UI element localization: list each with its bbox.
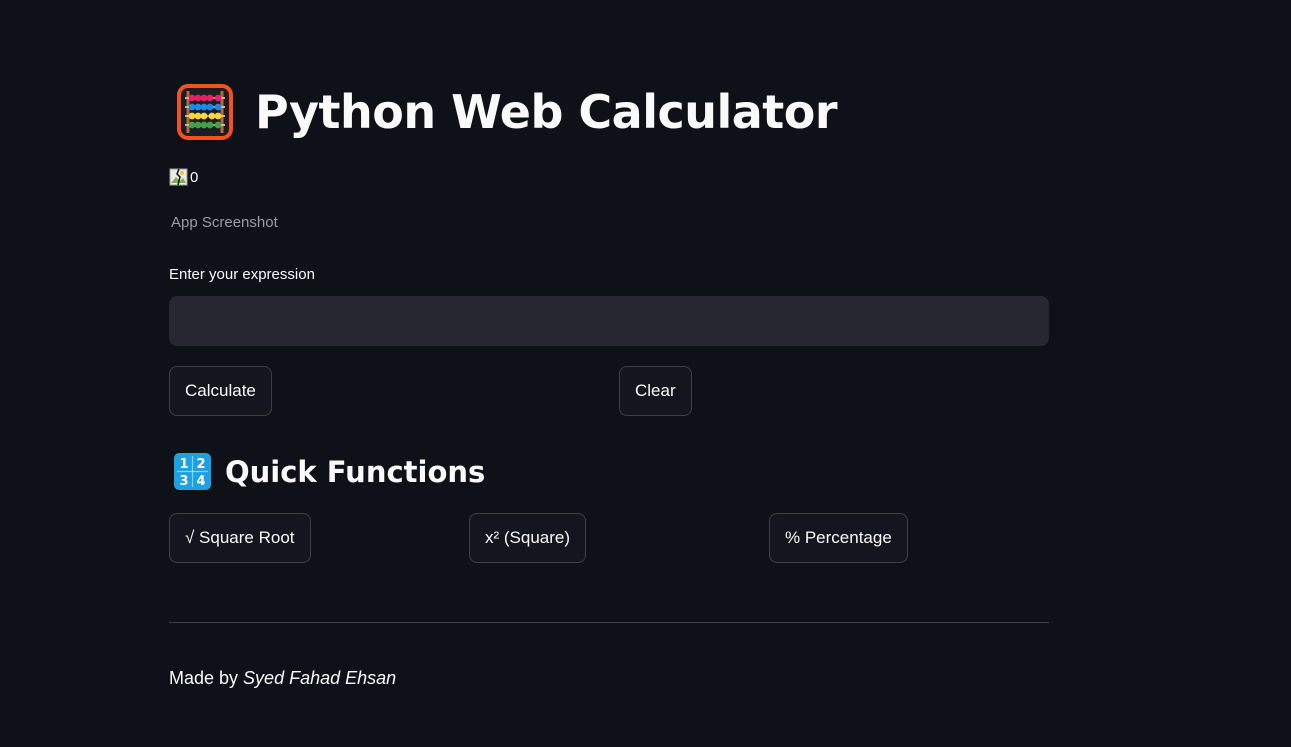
divider bbox=[169, 622, 1049, 623]
expression-input[interactable] bbox=[169, 296, 1049, 346]
footer-prefix: Made by bbox=[169, 668, 244, 688]
expression-label: Enter your expression bbox=[169, 266, 315, 283]
calculate-button[interactable]: Calculate bbox=[169, 366, 272, 416]
svg-text:4: 4 bbox=[196, 474, 205, 489]
abacus-icon bbox=[177, 84, 233, 140]
page-title: Python Web Calculator bbox=[255, 85, 838, 139]
percentage-button[interactable]: % Percentage bbox=[769, 513, 908, 563]
author-name: Syed Fahad Ehsan bbox=[243, 668, 397, 688]
app-screenshot-image: 0 bbox=[169, 168, 198, 186]
page-header: Python Web Calculator bbox=[177, 84, 838, 140]
broken-image-icon bbox=[169, 168, 188, 186]
svg-text:3: 3 bbox=[179, 474, 188, 489]
quick-functions-header: 1 2 3 4 Quick Functions bbox=[174, 453, 485, 490]
svg-text:1: 1 bbox=[179, 457, 188, 472]
svg-text:2: 2 bbox=[196, 457, 205, 472]
square-button[interactable]: x² (Square) bbox=[469, 513, 587, 563]
clear-button[interactable]: Clear bbox=[619, 366, 692, 416]
input-numbers-icon: 1 2 3 4 bbox=[174, 453, 211, 490]
image-alt-text: 0 bbox=[190, 169, 199, 186]
footer-credit: Made by Syed Fahad Ehsan bbox=[169, 668, 396, 689]
section-title: Quick Functions bbox=[225, 454, 486, 489]
image-caption: App Screenshot bbox=[171, 214, 278, 231]
square-root-button[interactable]: √ Square Root bbox=[169, 513, 311, 563]
